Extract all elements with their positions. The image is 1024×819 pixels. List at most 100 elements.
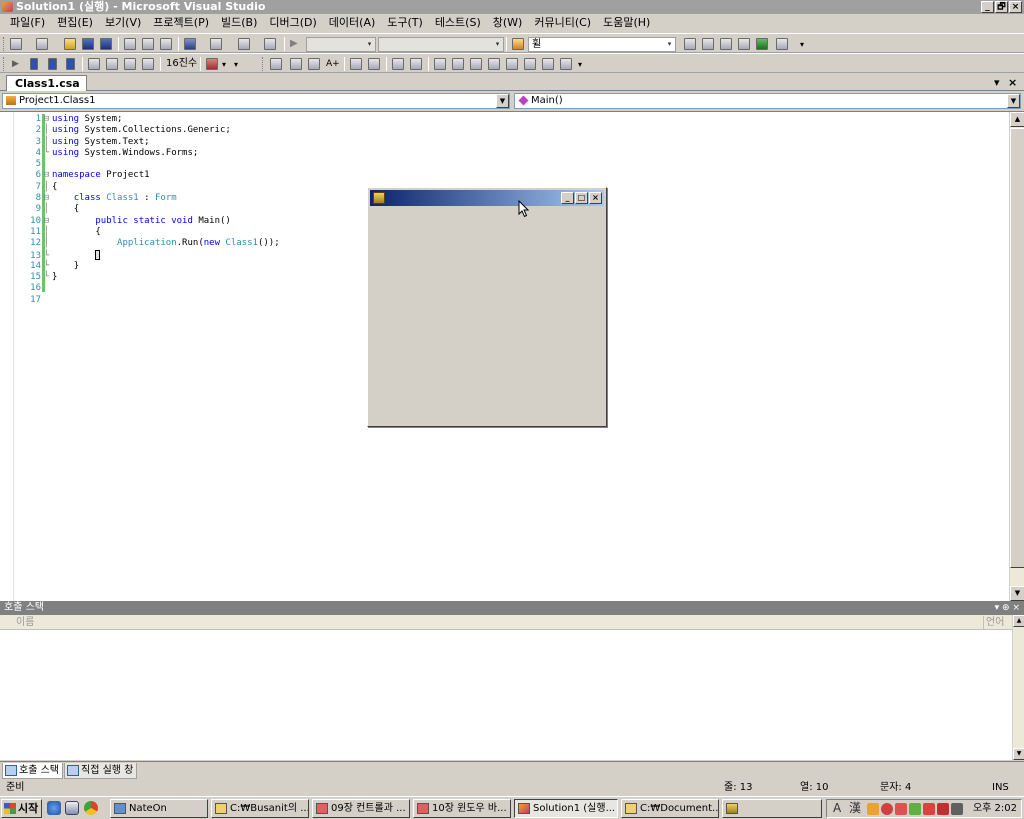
column-header-name[interactable]: 이름 [2,616,984,629]
copy-icon[interactable] [142,38,154,50]
outline-collapse-icon[interactable]: ⊟ [41,216,52,227]
tray-app-icon[interactable] [867,803,879,815]
member-selector-combo[interactable]: Main() ▼ [514,93,1021,109]
class-selector-combo[interactable]: Project1.Class1 ▼ [2,93,510,109]
align-centers-icon[interactable] [290,58,302,70]
previous-bookmark-icon[interactable] [452,58,464,70]
internet-explorer-icon[interactable] [47,801,61,815]
decrease-indent-icon[interactable] [350,58,362,70]
start-button[interactable]: 시작 [1,799,42,818]
tab-call-stack[interactable]: 호출 스택 [2,763,63,779]
toolbar-grip[interactable] [262,57,265,71]
menu-project[interactable]: 프로젝트(P) [147,14,215,32]
menu-data[interactable]: 데이터(A) [323,14,381,32]
step-over-icon[interactable] [124,58,136,70]
running-form-title-bar[interactable]: _ □ × [370,190,604,206]
toggle-bookmark-icon[interactable] [434,58,446,70]
menu-debug[interactable]: 디버그(D) [263,14,322,32]
call-stack-scrollbar[interactable]: ▲ ▼ [1012,615,1024,760]
stop-debugging-icon[interactable] [48,58,57,70]
column-header-language[interactable]: 언어 [986,616,1004,629]
cut-icon[interactable] [124,38,136,50]
indicator-margin[interactable] [0,112,14,601]
taskbar-button-folder-busanit[interactable]: C:₩Busanit의 ... [211,799,309,818]
form-close-button[interactable]: × [589,192,602,204]
chevron-down-icon[interactable]: ▾ [222,58,230,70]
tray-pen-icon[interactable] [909,803,921,815]
object-browser-icon[interactable] [720,38,732,50]
tray-app3-icon[interactable] [951,803,963,815]
tray-power-icon[interactable] [923,803,935,815]
previous-bookmark-document-icon[interactable] [524,58,536,70]
taskbar-button-solution1[interactable]: Solution1 (실행... [514,799,618,818]
restart-icon[interactable] [66,58,75,70]
break-all-icon[interactable] [30,58,38,70]
outline-collapse-icon[interactable]: ⊟ [41,114,52,125]
tray-security-icon[interactable] [881,803,893,815]
call-stack-list[interactable] [0,630,1024,760]
scroll-up-icon[interactable]: ▲ [1013,615,1024,627]
tray-app2-icon[interactable] [937,803,949,815]
form-maximize-button[interactable]: □ [575,192,588,204]
hex-display-toggle[interactable]: 16진수 [166,57,197,71]
window-title-bar[interactable]: Solution1 (실행) - Microsoft Visual Studio… [0,0,1024,14]
previous-bookmark-folder-icon[interactable] [488,58,500,70]
toolbox-icon[interactable] [738,38,750,50]
menu-edit[interactable]: 편집(E) [51,14,99,32]
restore-button[interactable]: 🗗 [995,1,1008,13]
form-minimize-button[interactable]: _ [561,192,574,204]
pane-controls-icon[interactable]: ▾ ⊕ × [995,601,1020,615]
scroll-down-icon[interactable]: ▼ [1010,586,1024,601]
active-files-dropdown-icon[interactable]: ▾ [994,76,1000,89]
find-in-files-icon[interactable] [512,38,524,50]
outline-collapse-icon[interactable]: ⊟ [41,193,52,204]
save-all-icon[interactable] [100,38,112,50]
navigate-backward-icon[interactable] [238,38,250,50]
add-item-icon[interactable] [36,38,48,50]
save-icon[interactable] [82,38,94,50]
taskbar-button-form[interactable] [722,799,822,818]
menu-test[interactable]: 테스트(S) [429,14,487,32]
chevron-down-icon[interactable]: ▼ [496,94,509,108]
chevron-down-icon[interactable]: ▼ [1007,94,1020,108]
next-bookmark-icon[interactable] [470,58,482,70]
open-file-icon[interactable] [64,38,76,50]
next-bookmark-folder-icon[interactable] [506,58,518,70]
toolbar-options-icon[interactable]: ▾ [800,38,808,50]
clear-bookmarks-icon[interactable] [560,58,572,70]
next-bookmark-document-icon[interactable] [542,58,554,70]
menu-community[interactable]: 커뮤니티(C) [528,14,597,32]
tray-alert-icon[interactable] [895,803,907,815]
increase-indent-icon[interactable] [368,58,380,70]
start-debug-icon[interactable]: ▶ [290,38,302,50]
menu-help[interactable]: 도움말(H) [597,14,656,32]
close-button[interactable]: × [1009,1,1022,13]
outline-collapse-icon[interactable]: ⊟ [41,170,52,181]
toolbar-grip[interactable] [3,37,6,51]
find-combo[interactable]: 휠 ▾ [528,37,676,52]
menu-tools[interactable]: 도구(T) [381,14,429,32]
taskbar-button-nateon[interactable]: NateOn [110,799,208,818]
menu-file[interactable]: 파일(F) [4,14,51,32]
breakpoints-window-icon[interactable] [206,58,218,70]
taskbar-button-ch09[interactable]: 09장 컨트롤과 ... [312,799,410,818]
toolbar-options-icon[interactable]: ▾ [234,58,242,70]
show-next-statement-icon[interactable] [88,58,100,70]
tab-immediate-window[interactable]: 직접 실행 창 [64,763,138,779]
show-desktop-icon[interactable] [65,801,79,815]
align-rights-icon[interactable] [308,58,320,70]
step-out-icon[interactable] [142,58,154,70]
start-page-icon[interactable] [756,38,768,50]
menu-build[interactable]: 빌드(B) [215,14,263,32]
solution-explorer-icon[interactable] [684,38,696,50]
toolbar-options-icon[interactable]: ▾ [578,58,586,70]
navigate-forward-icon[interactable] [264,38,276,50]
comment-out-icon[interactable] [392,58,404,70]
redo-icon[interactable] [210,38,222,50]
tab-class1-csa[interactable]: Class1.csa [6,75,87,91]
toolbar-grip[interactable] [3,57,6,71]
menu-view[interactable]: 보기(V) [99,14,147,32]
font-size-icon[interactable]: A+ [326,58,340,70]
solution-platform-combo[interactable]: ▾ [378,37,504,52]
scroll-down-icon[interactable]: ▼ [1013,748,1024,760]
